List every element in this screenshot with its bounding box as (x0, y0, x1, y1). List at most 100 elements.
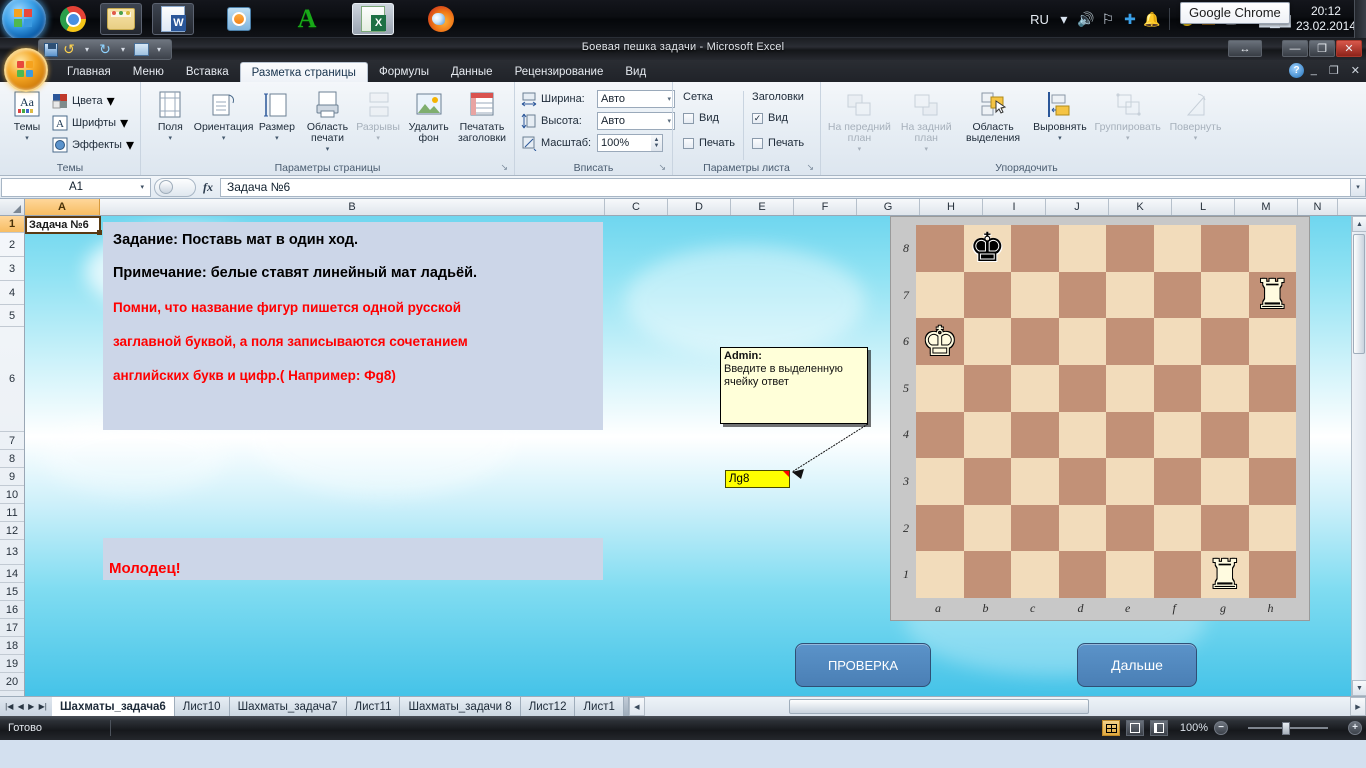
taskbar-item-chrome[interactable] (52, 3, 94, 35)
notification-bell-icon[interactable]: 🔔 (1141, 0, 1163, 38)
zoom-out-button[interactable]: − (1214, 721, 1228, 735)
row-header-7[interactable]: 7 (0, 432, 24, 450)
row-header-17[interactable]: 17 (0, 619, 24, 637)
align-caret-icon[interactable]: ▾ (1058, 134, 1062, 142)
page-layout-view-button[interactable] (1126, 720, 1144, 736)
breaks-button[interactable]: Разрывы ▾ (353, 87, 404, 144)
tab-insert[interactable]: Вставка (175, 62, 240, 82)
insert-function-icon[interactable]: fx (196, 180, 220, 195)
sheet-canvas[interactable]: Задача №6 Задание: Поставь мат в один хо… (25, 216, 1366, 696)
themes-button[interactable]: Aa Темы ▾ (4, 87, 50, 144)
close-button[interactable]: ✕ (1336, 40, 1362, 57)
select-all-corner[interactable] (0, 199, 25, 215)
expand-formula-bar-icon[interactable]: ▾ (1350, 177, 1366, 197)
row-header-14[interactable]: 14 (0, 565, 24, 583)
sheet-tab-chess8[interactable]: Шахматы_задачи 8 (400, 697, 521, 716)
theme-fonts-caret-icon[interactable]: ▾ (120, 113, 128, 133)
chevron-down-icon[interactable]: ▾ (1053, 0, 1075, 38)
column-header-I[interactable]: I (983, 199, 1046, 215)
sheet-tab-list10[interactable]: Лист10 (174, 697, 230, 716)
row-header-2[interactable]: 2 (0, 233, 24, 257)
first-sheet-icon[interactable]: |◀ (5, 702, 13, 711)
scroll-down-arrow[interactable]: ▼ (1352, 680, 1366, 696)
gridlines-print-check[interactable]: Печать (683, 133, 735, 153)
show-desktop-button[interactable] (1354, 0, 1366, 38)
vertical-scrollbar[interactable]: ▲ ▼ (1351, 216, 1366, 696)
sheet-tab-list1[interactable]: Лист1 (575, 697, 624, 716)
headings-view-checkbox[interactable]: ✓ (752, 112, 764, 124)
scroll-up-arrow[interactable]: ▲ (1352, 216, 1366, 232)
row-header-11[interactable]: 11 (0, 504, 24, 522)
scale-spinner[interactable]: ▲ ▼ (651, 134, 663, 152)
column-header-A[interactable]: A (25, 199, 100, 215)
bring-to-front-button[interactable]: На передний план ▾ (825, 87, 894, 155)
row-header-1[interactable]: 1 (0, 216, 24, 233)
margins-caret-icon[interactable]: ▾ (169, 134, 173, 142)
sheet-tab-chess6[interactable]: Шахматы_задача6 (52, 697, 175, 716)
taskbar-item-abbyy[interactable]: A (286, 3, 328, 35)
width-row[interactable]: Ширина: Авто ▾ (519, 89, 677, 109)
check-button[interactable]: ПРОВЕРКА (795, 643, 931, 687)
zoom-slider[interactable] (1234, 720, 1342, 736)
vertical-scroll-thumb[interactable] (1353, 234, 1365, 354)
align-button[interactable]: Выровнять ▾ (1027, 87, 1092, 144)
row-header-10[interactable]: 10 (0, 486, 24, 504)
formula-bar-buttons[interactable] (154, 177, 196, 197)
tab-menu[interactable]: Меню (122, 62, 175, 82)
column-header-D[interactable]: D (668, 199, 731, 215)
formula-input[interactable]: Задача №6 (220, 177, 1350, 197)
help-icon[interactable]: ? (1289, 63, 1304, 78)
scroll-left-arrow[interactable]: ◀ (628, 697, 645, 716)
delete-background-button[interactable]: Удалить фон (403, 87, 454, 146)
row-header-12[interactable]: 12 (0, 522, 24, 540)
orientation-caret-icon[interactable]: ▾ (222, 134, 226, 142)
send-to-back-button[interactable]: На задний план ▾ (894, 87, 959, 155)
tab-formulas[interactable]: Формулы (368, 62, 440, 82)
scale-dialog-launcher[interactable]: ↘ (658, 162, 666, 173)
zoom-in-button[interactable]: + (1348, 721, 1362, 735)
theme-fonts-button[interactable]: A Шрифты ▾ (50, 113, 136, 133)
answer-cell[interactable]: Лg8 (725, 470, 790, 488)
size-caret-icon[interactable]: ▾ (275, 134, 279, 142)
language-indicator[interactable]: RU (1026, 12, 1053, 27)
row-header-5[interactable]: 5 (0, 305, 24, 327)
print-area-caret-icon[interactable]: ▾ (326, 145, 330, 153)
next-sheet-icon[interactable]: ▶ (28, 702, 34, 711)
column-header-J[interactable]: J (1046, 199, 1109, 215)
print-titles-button[interactable]: Печатать заголовки (454, 87, 510, 146)
column-header-H[interactable]: H (920, 199, 983, 215)
theme-colors-button[interactable]: Цвета ▾ (50, 91, 136, 111)
doc-restore-button[interactable]: ❐ (1329, 64, 1339, 77)
scale-field[interactable]: 100% (597, 134, 651, 152)
height-caret-icon[interactable]: ▾ (667, 117, 671, 125)
tab-view[interactable]: Вид (614, 62, 657, 82)
column-header-M[interactable]: M (1235, 199, 1298, 215)
tab-data[interactable]: Данные (440, 62, 504, 82)
column-header-B[interactable]: B (100, 199, 605, 215)
column-header-E[interactable]: E (731, 199, 794, 215)
theme-colors-caret-icon[interactable]: ▾ (107, 91, 115, 111)
row-header-16[interactable]: 16 (0, 601, 24, 619)
bluetooth-icon[interactable]: ✚ (1119, 0, 1141, 38)
row-header-6[interactable]: 6 (0, 327, 24, 432)
page-break-view-button[interactable] (1150, 720, 1168, 736)
name-box-caret-icon[interactable]: ▾ (140, 183, 144, 191)
tab-home[interactable]: Главная (56, 62, 122, 82)
row-header-8[interactable]: 8 (0, 450, 24, 468)
column-header-N[interactable]: N (1298, 199, 1338, 215)
normal-view-button[interactable] (1102, 720, 1120, 736)
restore-button[interactable]: ❐ (1309, 40, 1335, 57)
doc-close-button[interactable]: ✕ (1351, 64, 1360, 77)
theme-effects-button[interactable]: Эффекты ▾ (50, 135, 136, 155)
sheet-tab-list12[interactable]: Лист12 (520, 697, 576, 716)
minimize-button[interactable]: — (1282, 40, 1308, 57)
start-button[interactable] (2, 0, 46, 41)
column-header-L[interactable]: L (1172, 199, 1235, 215)
doc-minimize-button[interactable]: _ (1311, 64, 1317, 77)
scale-row[interactable]: Масштаб: 100% ▲ ▼ (519, 133, 665, 153)
taskbar-item-word[interactable] (152, 3, 194, 35)
tab-page-layout[interactable]: Разметка страницы (239, 62, 368, 82)
name-box[interactable]: A1 ▾ (1, 177, 151, 197)
office-button[interactable] (4, 48, 48, 92)
next-button[interactable]: Дальше (1077, 643, 1197, 687)
